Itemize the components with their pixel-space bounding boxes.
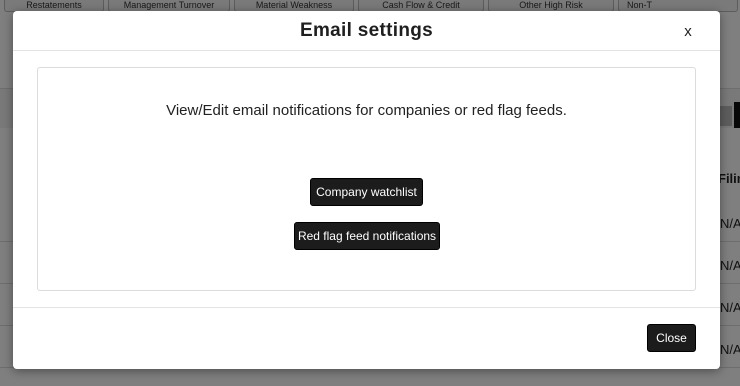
close-button[interactable]: Close <box>647 324 696 352</box>
modal-footer: Close <box>13 308 720 369</box>
intro-text: View/Edit email notifications for compan… <box>166 102 567 119</box>
modal-body: View/Edit email notifications for compan… <box>13 51 720 308</box>
email-settings-modal: Email settings x View/Edit email notific… <box>13 11 720 369</box>
red-flag-feed-notifications-button[interactable]: Red flag feed notifications <box>294 222 440 250</box>
company-watchlist-button[interactable]: Company watchlist <box>310 178 423 206</box>
modal-title: Email settings <box>299 20 434 41</box>
content-card: View/Edit email notifications for compan… <box>37 67 696 291</box>
close-icon[interactable]: x <box>677 21 699 43</box>
modal-header: Email settings x <box>13 11 720 51</box>
